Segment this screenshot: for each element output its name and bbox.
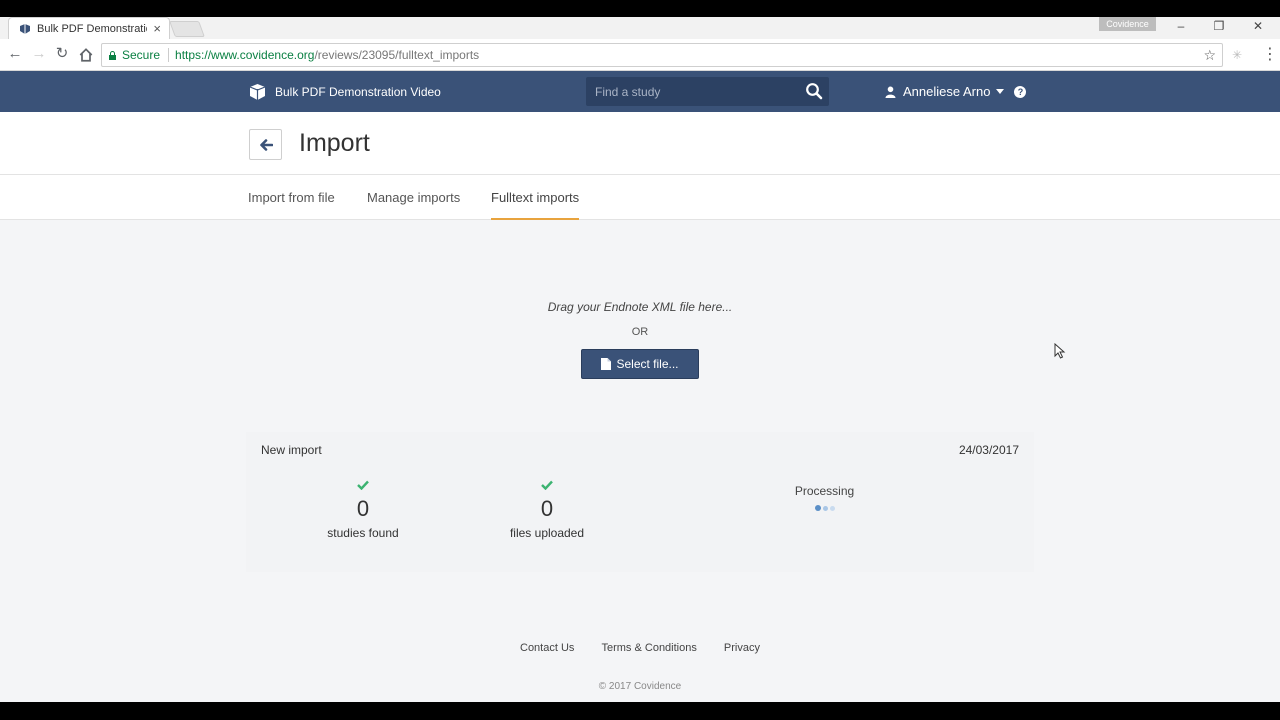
- footer-link-terms[interactable]: Terms & Conditions: [601, 642, 696, 654]
- user-name: Anneliese Arno: [903, 84, 991, 99]
- tab-close-icon[interactable]: ×: [153, 21, 161, 36]
- tab-import-from-file[interactable]: Import from file: [248, 190, 335, 218]
- search-icon[interactable]: [805, 82, 823, 100]
- select-file-label: Select file...: [616, 357, 679, 371]
- restore-icon[interactable]: ❐: [1209, 19, 1229, 33]
- loading-dot: [822, 505, 828, 511]
- new-tab-button[interactable]: [169, 21, 205, 37]
- back-arrow-icon[interactable]: ←: [7, 46, 23, 62]
- check-icon: [541, 480, 553, 490]
- select-file-button[interactable]: Select file...: [581, 349, 699, 379]
- tab-fulltext-imports[interactable]: Fulltext imports: [491, 190, 580, 221]
- covidence-logo-icon: [249, 84, 266, 100]
- home-icon[interactable]: [78, 47, 94, 63]
- page-head: Import: [0, 112, 1280, 175]
- browser-tabstrip: Bulk PDF Demonstration × Covidence – ❐ ✕: [0, 17, 1280, 39]
- arrow-left-icon: [259, 138, 273, 151]
- loading-dot: [829, 505, 835, 511]
- omnibox-divider: [168, 48, 170, 62]
- browser-menu-icon[interactable]: ⋮: [1262, 44, 1278, 64]
- review-title: Bulk PDF Demonstration Video: [275, 85, 441, 99]
- main-content: Drag your Endnote XML file here... OR Se…: [0, 220, 1280, 702]
- back-button[interactable]: [249, 129, 282, 160]
- chevron-down-icon: [996, 89, 1005, 94]
- studies-found-count: 0: [356, 496, 370, 521]
- studies-found-label: studies found: [327, 526, 399, 540]
- import-card: New import 24/03/2017 0 studies found 0 …: [246, 432, 1034, 572]
- browser-toolbar: ← → ↻ Secure https://www.covidence.org/r…: [0, 39, 1280, 71]
- page-title: Import: [299, 129, 370, 157]
- drop-zone-hint[interactable]: Drag your Endnote XML file here...: [0, 300, 1280, 314]
- import-title: New import: [261, 443, 322, 457]
- loading-dot: [814, 505, 821, 511]
- bottom-letterbox: [0, 702, 1280, 720]
- check-icon: [357, 480, 369, 490]
- processing-status: Processing: [766, 484, 883, 511]
- copyright: © 2017 Covidence: [598, 681, 682, 692]
- footer-links: Contact Us Terms & Conditions Privacy: [0, 642, 1280, 654]
- address-bar[interactable]: Secure https://www.covidence.org/reviews…: [101, 43, 1223, 67]
- reload-icon[interactable]: ↻: [54, 46, 70, 62]
- user-icon: [885, 86, 896, 98]
- help-icon[interactable]: ?: [1014, 85, 1027, 98]
- bookmark-star-icon[interactable]: ☆: [1203, 47, 1216, 64]
- processing-label: Processing: [794, 484, 855, 498]
- url-path: /reviews/23095/fulltext_imports: [314, 48, 480, 62]
- forward-arrow-icon[interactable]: →: [31, 46, 47, 62]
- close-window-icon[interactable]: ✕: [1248, 19, 1268, 33]
- url-host: https://www.covidence.org: [175, 48, 315, 62]
- or-label: OR: [631, 326, 649, 338]
- url-text: https://www.covidence.org/reviews/23095/…: [175, 48, 479, 62]
- profile-chip[interactable]: Covidence: [1099, 17, 1156, 31]
- mouse-cursor-icon: [1054, 343, 1066, 359]
- search-input[interactable]: [586, 77, 796, 106]
- tab-manage-imports[interactable]: Manage imports: [367, 190, 460, 218]
- secure-label: Secure: [122, 48, 161, 62]
- lock-icon: [109, 50, 116, 60]
- import-tabs: Import from file Manage imports Fulltext…: [0, 175, 1280, 221]
- search-box: [586, 77, 829, 106]
- import-date: 24/03/2017: [958, 443, 1019, 457]
- app-header: Bulk PDF Demonstration Video Anneliese A…: [0, 71, 1280, 112]
- user-menu[interactable]: Anneliese Arno ?: [885, 84, 1027, 99]
- loading-spinner-icon: [766, 505, 883, 511]
- file-icon: [601, 358, 612, 370]
- brand[interactable]: Bulk PDF Demonstration Video: [249, 83, 441, 101]
- browser-tab-title: Bulk PDF Demonstration: [37, 22, 147, 35]
- files-uploaded-count: 0: [540, 496, 554, 521]
- extension-icon[interactable]: ✳: [1232, 48, 1242, 62]
- stat-files-uploaded: 0 files uploaded: [487, 480, 607, 540]
- footer-link-contact[interactable]: Contact Us: [520, 642, 574, 654]
- footer-link-privacy[interactable]: Privacy: [724, 642, 760, 654]
- covidence-favicon-icon: [20, 23, 30, 34]
- browser-tab[interactable]: Bulk PDF Demonstration ×: [8, 17, 170, 39]
- screen: Bulk PDF Demonstration × Covidence – ❐ ✕…: [0, 0, 1280, 720]
- minimize-icon[interactable]: –: [1171, 19, 1191, 33]
- files-uploaded-label: files uploaded: [509, 526, 585, 540]
- stat-studies-found: 0 studies found: [303, 480, 423, 540]
